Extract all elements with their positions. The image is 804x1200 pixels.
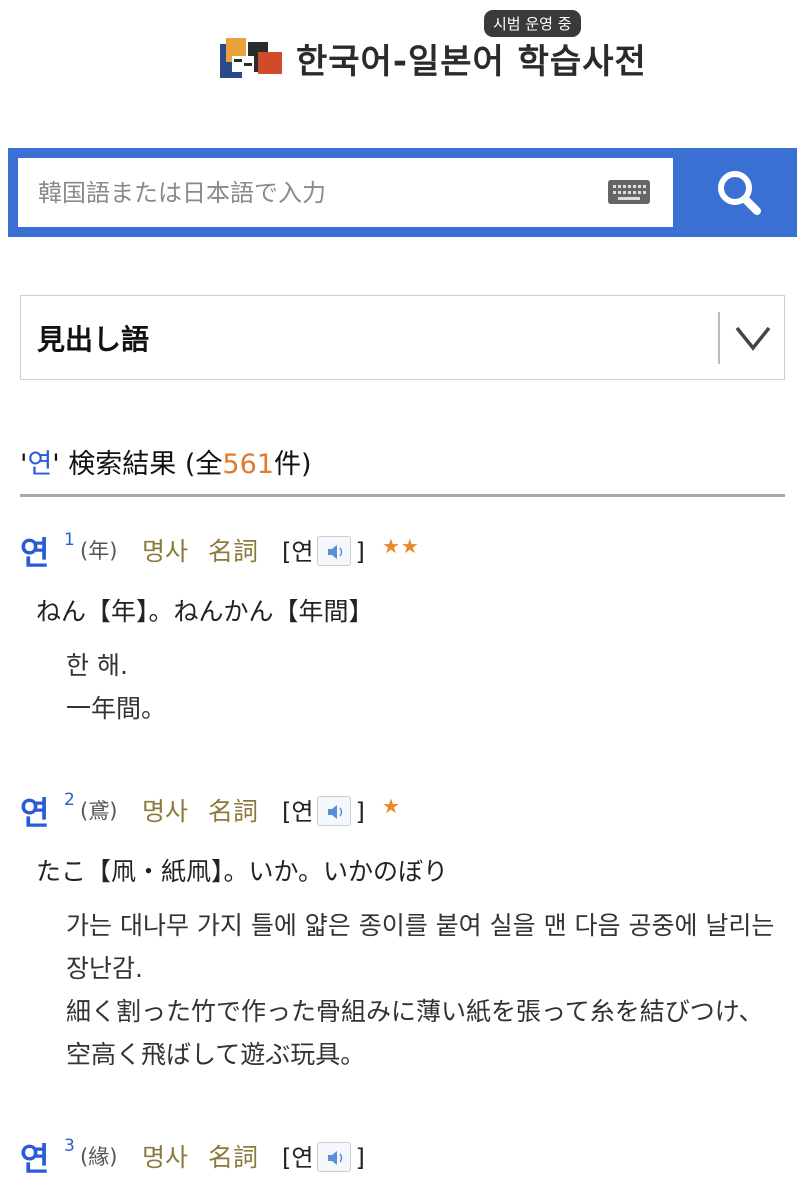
chevron-down-icon[interactable] xyxy=(733,320,773,356)
dictionary-logo-icon[interactable] xyxy=(218,36,284,80)
homonym-number: 2 xyxy=(64,790,75,810)
pronunciation: [연] xyxy=(282,1142,365,1172)
trial-badge: 시범 운영 중 xyxy=(484,10,581,37)
word-origin: (年) xyxy=(80,539,118,563)
keyboard-icon[interactable] xyxy=(608,180,650,204)
definition-japanese: 一年間。 xyxy=(66,694,167,723)
headword-link[interactable]: 연 xyxy=(20,788,49,834)
speaker-icon[interactable] xyxy=(317,796,352,826)
headword-link[interactable]: 연 xyxy=(20,1134,49,1180)
definition-korean: 가는 대나무 가지 틀에 얇은 종이를 붙여 실을 맨 다음 공중에 날리는 장… xyxy=(66,911,775,983)
search-icon xyxy=(718,171,761,215)
search-type-value: 見出し語 xyxy=(37,323,150,356)
site-header: 한국어-일본어 학습사전 시범 운영 중 xyxy=(0,0,804,150)
speaker-icon[interactable] xyxy=(317,536,352,566)
translation: たこ【凧・紙凧】。いか。いかのぼり xyxy=(36,857,449,886)
entry-2: 연 2 (鳶) 명사 名詞 [연] ★ たこ【凧・紙凧】。いか。いかのぼり 가는… xyxy=(20,788,790,1088)
results-summary: '연' 検索結果 (全561件) xyxy=(20,449,312,480)
pos-korean: 명사 xyxy=(142,537,189,566)
entry-1: 연 1 (年) 명사 名詞 [연] ★★ ねん【年】。ねんかん【年間】 한 해.… xyxy=(20,528,790,728)
dropdown-divider xyxy=(718,312,720,364)
definition: 한 해. 一年間。 xyxy=(66,644,786,730)
speaker-icon[interactable] xyxy=(317,1142,352,1172)
pronunciation: [연] xyxy=(282,536,365,566)
pronunciation: [연] xyxy=(282,796,365,826)
homonym-number: 1 xyxy=(64,530,75,550)
pos-japanese: 名詞 xyxy=(208,797,259,826)
definition-japanese: 細く割った竹で作った骨組みに薄い紙を張って糸を結びつけ、空高く飛ばして遊ぶ玩具。 xyxy=(66,997,764,1069)
pos-korean: 명사 xyxy=(142,1143,189,1172)
pos-japanese: 名詞 xyxy=(208,537,259,566)
results-divider xyxy=(20,494,785,497)
translation: ねん【年】。ねんかん【年間】 xyxy=(36,597,374,626)
definition-korean: 한 해. xyxy=(66,651,128,680)
importance-stars: ★ xyxy=(382,794,401,818)
search-button[interactable] xyxy=(683,148,797,237)
pos-korean: 명사 xyxy=(142,797,189,826)
word-origin: (緣) xyxy=(80,1145,118,1169)
site-title[interactable]: 한국어-일본어 학습사전 xyxy=(296,34,647,83)
results-count: 561 xyxy=(222,449,274,480)
pos-japanese: 名詞 xyxy=(208,1143,259,1172)
search-input[interactable] xyxy=(38,158,598,227)
entry-3: 연 3 (緣) 명사 名詞 [연] xyxy=(20,1134,790,1194)
search-bar xyxy=(8,148,797,237)
word-origin: (鳶) xyxy=(80,799,118,823)
search-box xyxy=(18,158,673,227)
homonym-number: 3 xyxy=(64,1136,75,1156)
search-type-select[interactable]: 見出し語 xyxy=(20,295,785,380)
headword-link[interactable]: 연 xyxy=(20,528,49,574)
definition: 가는 대나무 가지 틀에 얇은 종이를 붙여 실을 맨 다음 공중에 날리는 장… xyxy=(66,904,786,1076)
importance-stars: ★★ xyxy=(382,534,420,558)
